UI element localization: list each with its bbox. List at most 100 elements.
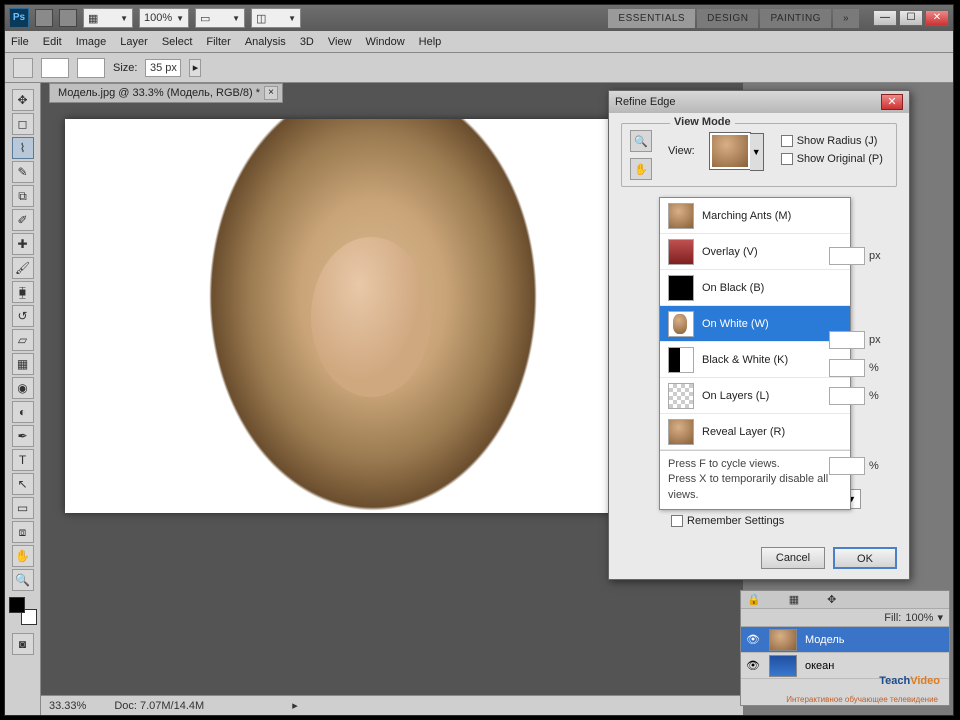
mode-reveal-layer[interactable]: Reveal Layer (R) [660, 414, 850, 450]
extras-select[interactable]: ◫▼ [251, 8, 301, 28]
title-bar: Ps ▦▼ 100%▼ ▭▼ ◫▼ ESSENTIALS DESIGN PAIN… [5, 5, 953, 31]
brush-preset-alt[interactable] [77, 58, 105, 78]
visibility-icon[interactable]: 👁 [741, 633, 765, 646]
menu-view[interactable]: View [328, 36, 352, 48]
workspace-tab-essentials[interactable]: ESSENTIALS [608, 9, 695, 28]
visibility-icon[interactable]: 👁 [741, 659, 765, 672]
eraser-tool[interactable]: ▱ [12, 329, 34, 351]
window-controls: — ☐ ✕ [873, 10, 949, 26]
brush-preset[interactable] [41, 58, 69, 78]
launch-bridge-icon[interactable] [35, 9, 53, 27]
crop-tool[interactable]: ⧉ [12, 185, 34, 207]
menu-image[interactable]: Image [76, 36, 107, 48]
shift-edge-field[interactable] [829, 457, 865, 475]
minimize-button[interactable]: — [873, 10, 897, 26]
eyedropper-tool[interactable]: ✐ [12, 209, 34, 231]
launch-minibr-icon[interactable] [59, 9, 77, 27]
feather-field[interactable] [829, 359, 865, 377]
dialog-titlebar[interactable]: Refine Edge ✕ [609, 91, 909, 113]
layer-row-0[interactable]: 👁 Модель [741, 627, 949, 653]
canvas[interactable] [65, 119, 681, 513]
history-brush-tool[interactable]: ↺ [12, 305, 34, 327]
menu-filter[interactable]: Filter [206, 36, 230, 48]
zoom-select[interactable]: 100%▼ [139, 8, 189, 28]
dialog-close-button[interactable]: ✕ [881, 94, 903, 110]
menu-3d[interactable]: 3D [300, 36, 314, 48]
3d-tool[interactable]: ⧈ [12, 521, 34, 543]
workspace-tabs: ESSENTIALS DESIGN PAINTING » [608, 9, 859, 28]
smooth-field[interactable] [829, 331, 865, 349]
gradient-tool[interactable]: ▦ [12, 353, 34, 375]
menu-file[interactable]: File [11, 36, 29, 48]
stamp-tool[interactable]: ⧯ [12, 281, 34, 303]
size-stepper-icon[interactable]: ▸ [189, 59, 201, 77]
lock-icon[interactable]: 🔒 [747, 593, 761, 606]
menu-help[interactable]: Help [419, 36, 442, 48]
shape-tool[interactable]: ▭ [12, 497, 34, 519]
lock-position-icon[interactable]: ✥ [827, 593, 836, 606]
dodge-tool[interactable]: ◐ [12, 401, 34, 423]
mode-overlay[interactable]: Overlay (V) [660, 234, 850, 270]
color-swatches[interactable] [9, 597, 37, 625]
view-mode-legend: View Mode [670, 116, 735, 128]
lock-pixels-icon[interactable]: ▦ [789, 593, 799, 606]
quick-mask-icon[interactable]: ◙ [12, 633, 34, 655]
layer-thumb [769, 655, 797, 677]
workspace-tab-painting[interactable]: PAINTING [760, 9, 830, 28]
quick-select-tool[interactable]: ✎ [12, 161, 34, 183]
arrange-select[interactable]: ▭▼ [195, 8, 245, 28]
pen-tool[interactable]: ✒ [12, 425, 34, 447]
status-zoom[interactable]: 33.33% [49, 700, 86, 712]
menu-select[interactable]: Select [162, 36, 193, 48]
menu-analysis[interactable]: Analysis [245, 36, 286, 48]
zoom-tool[interactable]: 🔍 [12, 569, 34, 591]
workspace-tab-design[interactable]: DESIGN [697, 9, 758, 28]
chevron-down-icon[interactable]: ▼ [750, 133, 764, 171]
layers-lock-row: 🔒 ▦ ✥ [741, 591, 949, 609]
status-arrow-icon[interactable]: ▸ [292, 699, 298, 712]
mode-on-layers[interactable]: On Layers (L) [660, 378, 850, 414]
mode-black-white[interactable]: Black & White (K) [660, 342, 850, 378]
screen-mode-select[interactable]: ▦▼ [83, 8, 133, 28]
maximize-button[interactable]: ☐ [899, 10, 923, 26]
view-mode-group: View Mode 🔍 ✋ View: ▼ Show Radius (J) Sh… [621, 123, 897, 187]
watermark: TeachVideo [879, 667, 940, 690]
show-radius-checkbox[interactable]: Show Radius (J) [781, 135, 883, 147]
show-original-checkbox[interactable]: Show Original (P) [781, 153, 883, 165]
marquee-tool[interactable]: ◻ [12, 113, 34, 135]
type-tool[interactable]: T [12, 449, 34, 471]
cancel-button[interactable]: Cancel [761, 547, 825, 569]
menu-window[interactable]: Window [366, 36, 405, 48]
view-mode-dropdown: Marching Ants (M) Overlay (V) On Black (… [659, 197, 851, 510]
lasso-tool[interactable]: ⌇ [12, 137, 34, 159]
remember-settings-checkbox[interactable]: Remember Settings [671, 515, 897, 527]
hand-tool[interactable]: ✋ [12, 545, 34, 567]
current-tool-icon[interactable] [13, 58, 33, 78]
hand-tool-icon[interactable]: ✋ [630, 158, 652, 180]
tools-panel: ✥ ◻ ⌇ ✎ ⧉ ✐ ✚ 🖌 ⧯ ↺ ▱ ▦ ◉ ◐ ✒ T ↖ ▭ ⧈ ✋ … [5, 83, 41, 715]
mode-on-black[interactable]: On Black (B) [660, 270, 850, 306]
mode-marching-ants[interactable]: Marching Ants (M) [660, 198, 850, 234]
menu-layer[interactable]: Layer [120, 36, 148, 48]
close-tab-icon[interactable]: × [264, 86, 278, 100]
healing-tool[interactable]: ✚ [12, 233, 34, 255]
mode-on-white[interactable]: On White (W) [660, 306, 850, 342]
photo-content [65, 119, 681, 513]
document-tab[interactable]: Модель.jpg @ 33.3% (Модель, RGB/8) * × [49, 83, 283, 103]
brush-tool[interactable]: 🖌 [12, 257, 34, 279]
close-button[interactable]: ✕ [925, 10, 949, 26]
zoom-tool-icon[interactable]: 🔍 [630, 130, 652, 152]
brush-size-field[interactable]: 35 px [145, 59, 181, 77]
contrast-field[interactable] [829, 387, 865, 405]
fill-value[interactable]: 100% [905, 612, 933, 624]
blur-tool[interactable]: ◉ [12, 377, 34, 399]
menu-edit[interactable]: Edit [43, 36, 62, 48]
ok-button[interactable]: OK [833, 547, 897, 569]
view-mode-select[interactable]: ▼ [709, 132, 751, 170]
radius-field[interactable] [829, 247, 865, 265]
path-select-tool[interactable]: ↖ [12, 473, 34, 495]
move-tool[interactable]: ✥ [12, 89, 34, 111]
workspace-more[interactable]: » [833, 9, 859, 28]
dialog-title: Refine Edge [615, 96, 676, 108]
dialog-body: View Mode 🔍 ✋ View: ▼ Show Radius (J) Sh… [609, 113, 909, 543]
